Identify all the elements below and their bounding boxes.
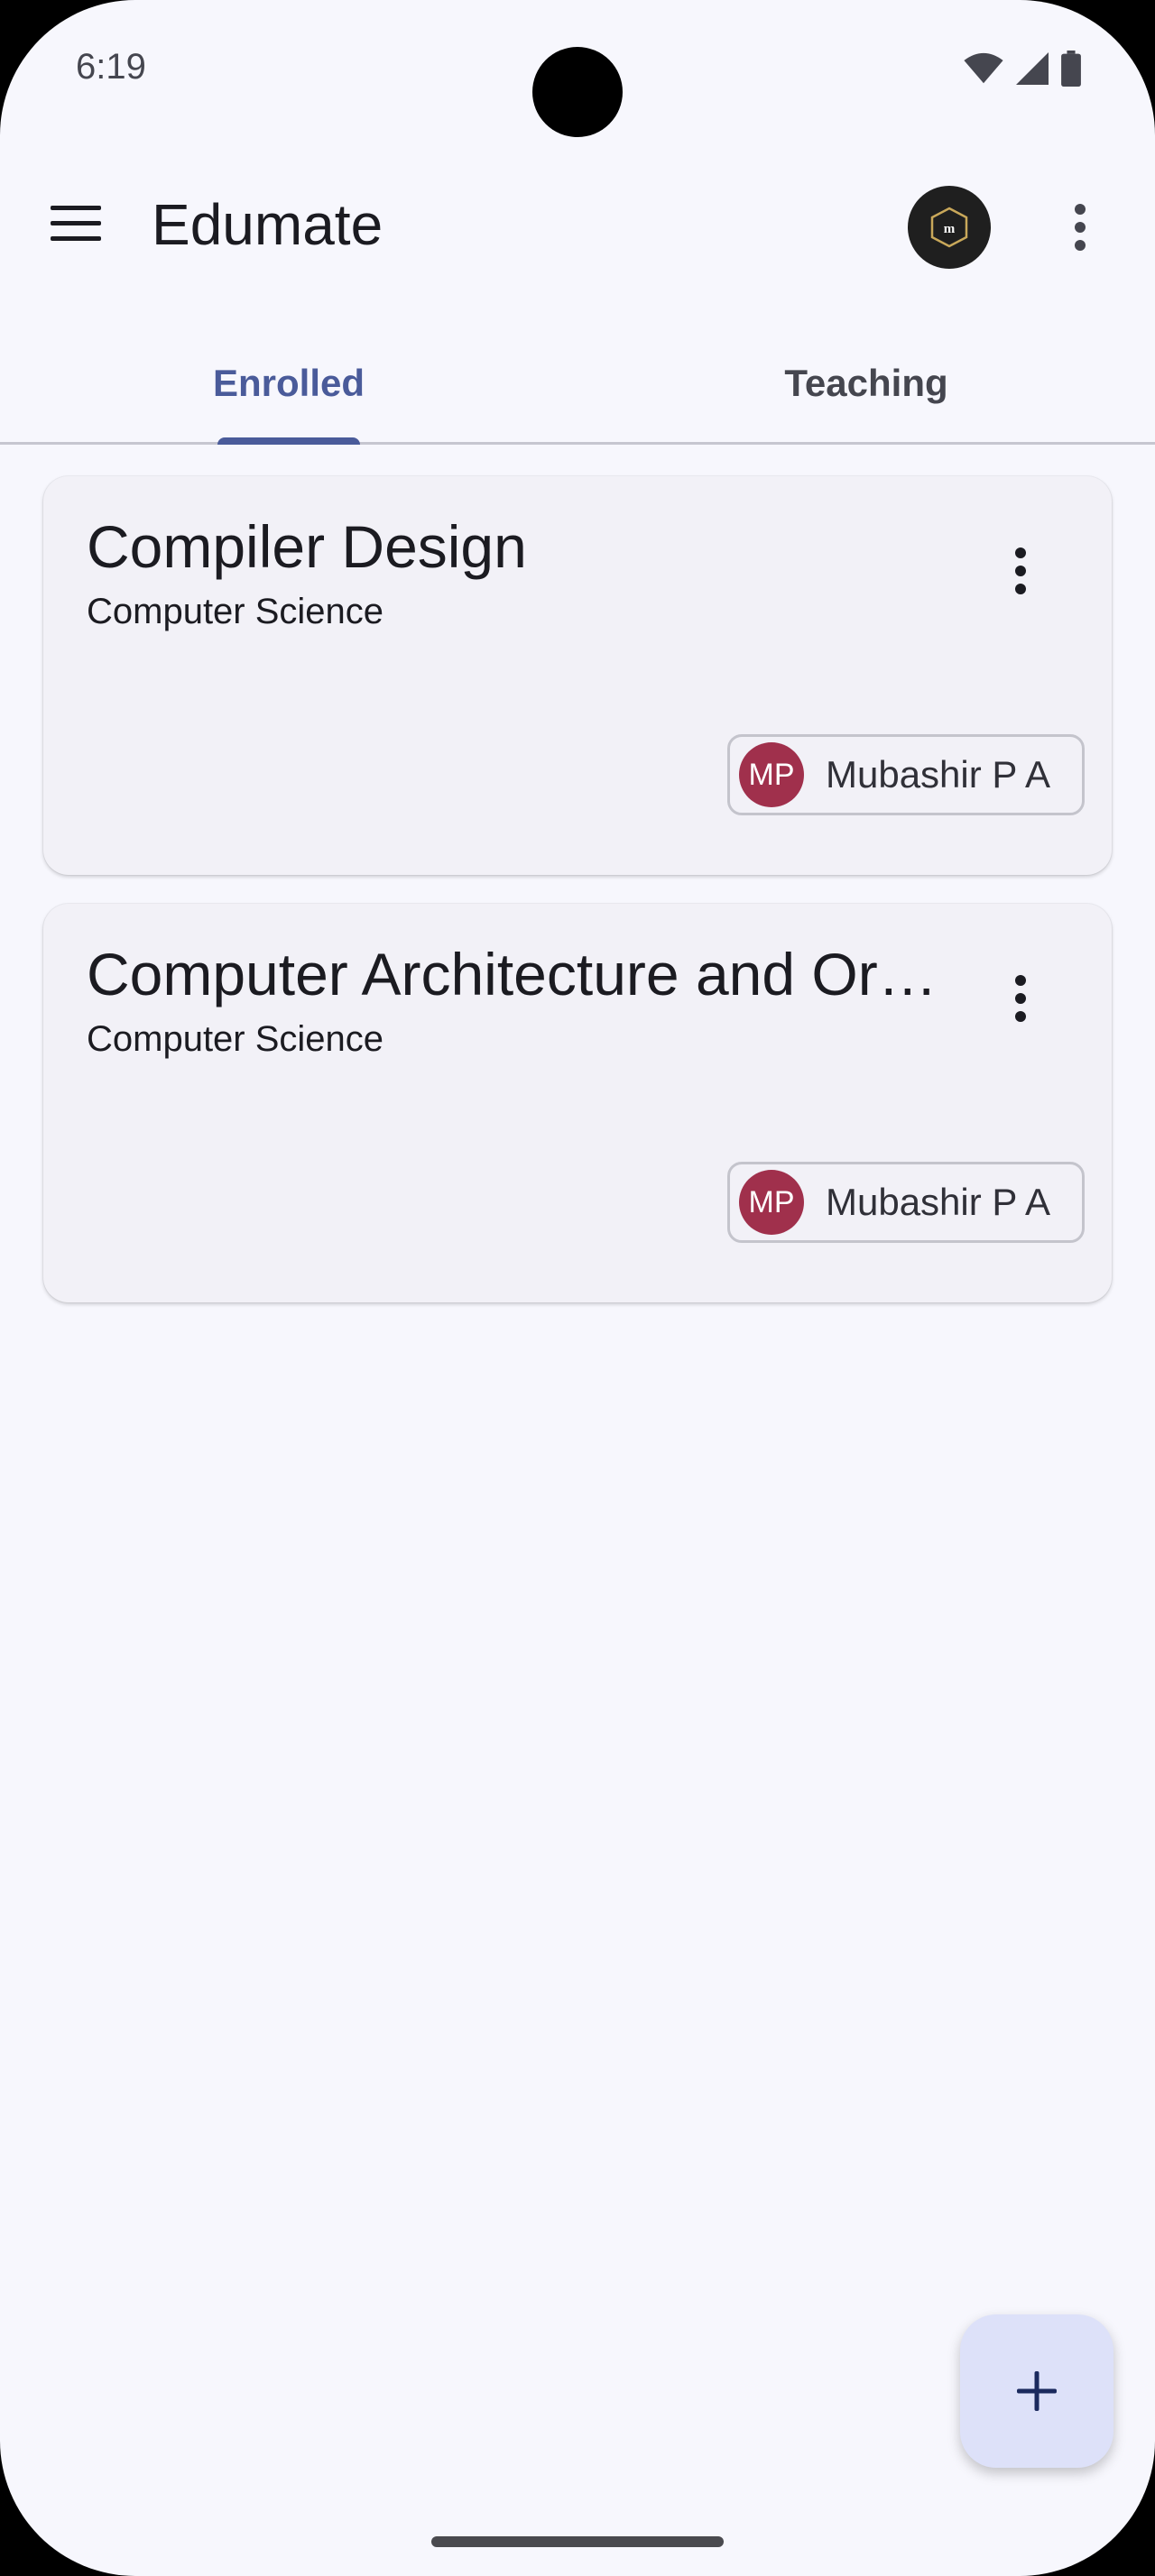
teacher-name: Mubashir P A xyxy=(826,753,1051,796)
teacher-avatar: MP xyxy=(739,742,804,807)
tab-teaching-label: Teaching xyxy=(784,362,948,404)
status-icons xyxy=(964,51,1081,87)
course-card[interactable]: Compiler Design Computer Science MP Muba… xyxy=(43,476,1112,875)
app-screen: 6:19 Edumate m Enrolled Teaching Compile… xyxy=(0,0,1155,2576)
teacher-chip[interactable]: MP Mubashir P A xyxy=(727,734,1085,815)
course-more-button[interactable] xyxy=(998,967,1043,1030)
tab-enrolled[interactable]: Enrolled xyxy=(0,325,578,442)
teacher-avatar: MP xyxy=(739,1170,804,1235)
course-subtitle: Computer Science xyxy=(87,592,384,631)
battery-icon xyxy=(1061,51,1081,87)
tab-indicator xyxy=(217,437,360,445)
add-icon xyxy=(1017,2371,1057,2411)
course-more-button[interactable] xyxy=(998,539,1043,603)
more-vert-icon xyxy=(1075,204,1086,251)
course-title: Computer Architecture and Organization xyxy=(87,941,953,1007)
menu-button[interactable] xyxy=(49,197,103,251)
app-title: Edumate xyxy=(152,192,383,257)
wifi-icon xyxy=(964,52,1003,84)
course-subtitle: Computer Science xyxy=(87,1019,384,1059)
status-time: 6:19 xyxy=(76,47,146,87)
menu-icon xyxy=(51,206,101,241)
teacher-chip[interactable]: MP Mubashir P A xyxy=(727,1162,1085,1243)
tab-teaching[interactable]: Teaching xyxy=(578,325,1155,442)
tab-bar: Enrolled Teaching xyxy=(0,325,1155,445)
overflow-menu-button[interactable] xyxy=(1058,198,1103,256)
more-vert-icon xyxy=(1015,975,1026,1022)
course-card[interactable]: Computer Architecture and Organization C… xyxy=(43,904,1112,1302)
add-course-button[interactable] xyxy=(960,2314,1113,2468)
svg-text:m: m xyxy=(944,222,956,236)
tab-enrolled-label: Enrolled xyxy=(212,362,365,404)
camera-cutout xyxy=(532,47,623,137)
profile-avatar-icon: m xyxy=(930,207,968,248)
gesture-navigation-bar[interactable] xyxy=(431,2536,724,2547)
profile-button[interactable]: m xyxy=(908,186,991,269)
course-title: Compiler Design xyxy=(87,513,527,580)
signal-icon xyxy=(1016,52,1049,85)
teacher-name: Mubashir P A xyxy=(826,1181,1051,1223)
more-vert-icon xyxy=(1015,547,1026,594)
